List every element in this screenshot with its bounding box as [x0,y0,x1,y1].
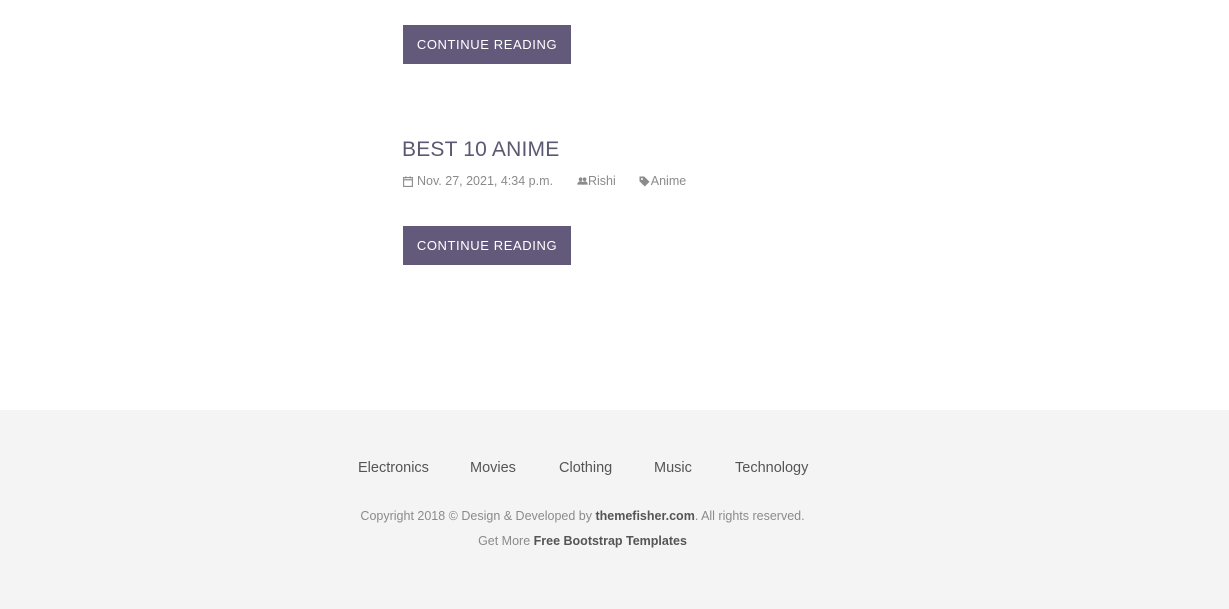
post-date-text: Nov. 27, 2021, 4:34 p.m. [417,174,553,188]
footer-link-electronics[interactable]: Electronics [358,460,429,476]
footer-link-music[interactable]: Music [654,460,692,476]
footer-link-movies[interactable]: Movies [470,460,516,476]
post-date: Nov. 27, 2021, 4:34 p.m. [403,174,553,188]
post-author[interactable]: Rishi [577,174,616,188]
copyright-prefix: Copyright 2018 © Design & Developed by [360,509,596,523]
more-templates-text: Get More Free Bootstrap Templates [0,534,1165,548]
footer-link-technology[interactable]: Technology [735,460,808,476]
footer-link-clothing[interactable]: Clothing [559,460,612,476]
footer-nav: Electronics Movies Clothing Music Techno… [0,460,1229,478]
post-tag[interactable]: Anime [639,174,686,188]
copyright-text: Copyright 2018 © Design & Developed by t… [0,509,1165,523]
copyright-suffix: . All rights reserved. [694,509,805,523]
post-tag-text[interactable]: Anime [651,174,686,188]
continue-reading-button[interactable]: CONTINUE READING [403,25,571,64]
blog-page: CONTINUE READING BEST 10 ANIME Nov. 27, … [0,0,1229,609]
themefisher-link[interactable]: themefisher.com [595,509,694,523]
post-meta: Nov. 27, 2021, 4:34 p.m. Rishi Anime [403,173,686,189]
post-title[interactable]: BEST 10 ANIME [402,138,559,162]
tag-icon [639,176,650,186]
users-icon [577,177,588,185]
post-author-text[interactable]: Rishi [588,174,616,188]
calendar-icon [403,175,413,187]
footer: Electronics Movies Clothing Music Techno… [0,410,1229,609]
continue-reading-button[interactable]: CONTINUE READING [403,226,571,265]
more-prefix: Get More [478,534,534,548]
free-bootstrap-templates-link[interactable]: Free Bootstrap Templates [534,534,687,548]
